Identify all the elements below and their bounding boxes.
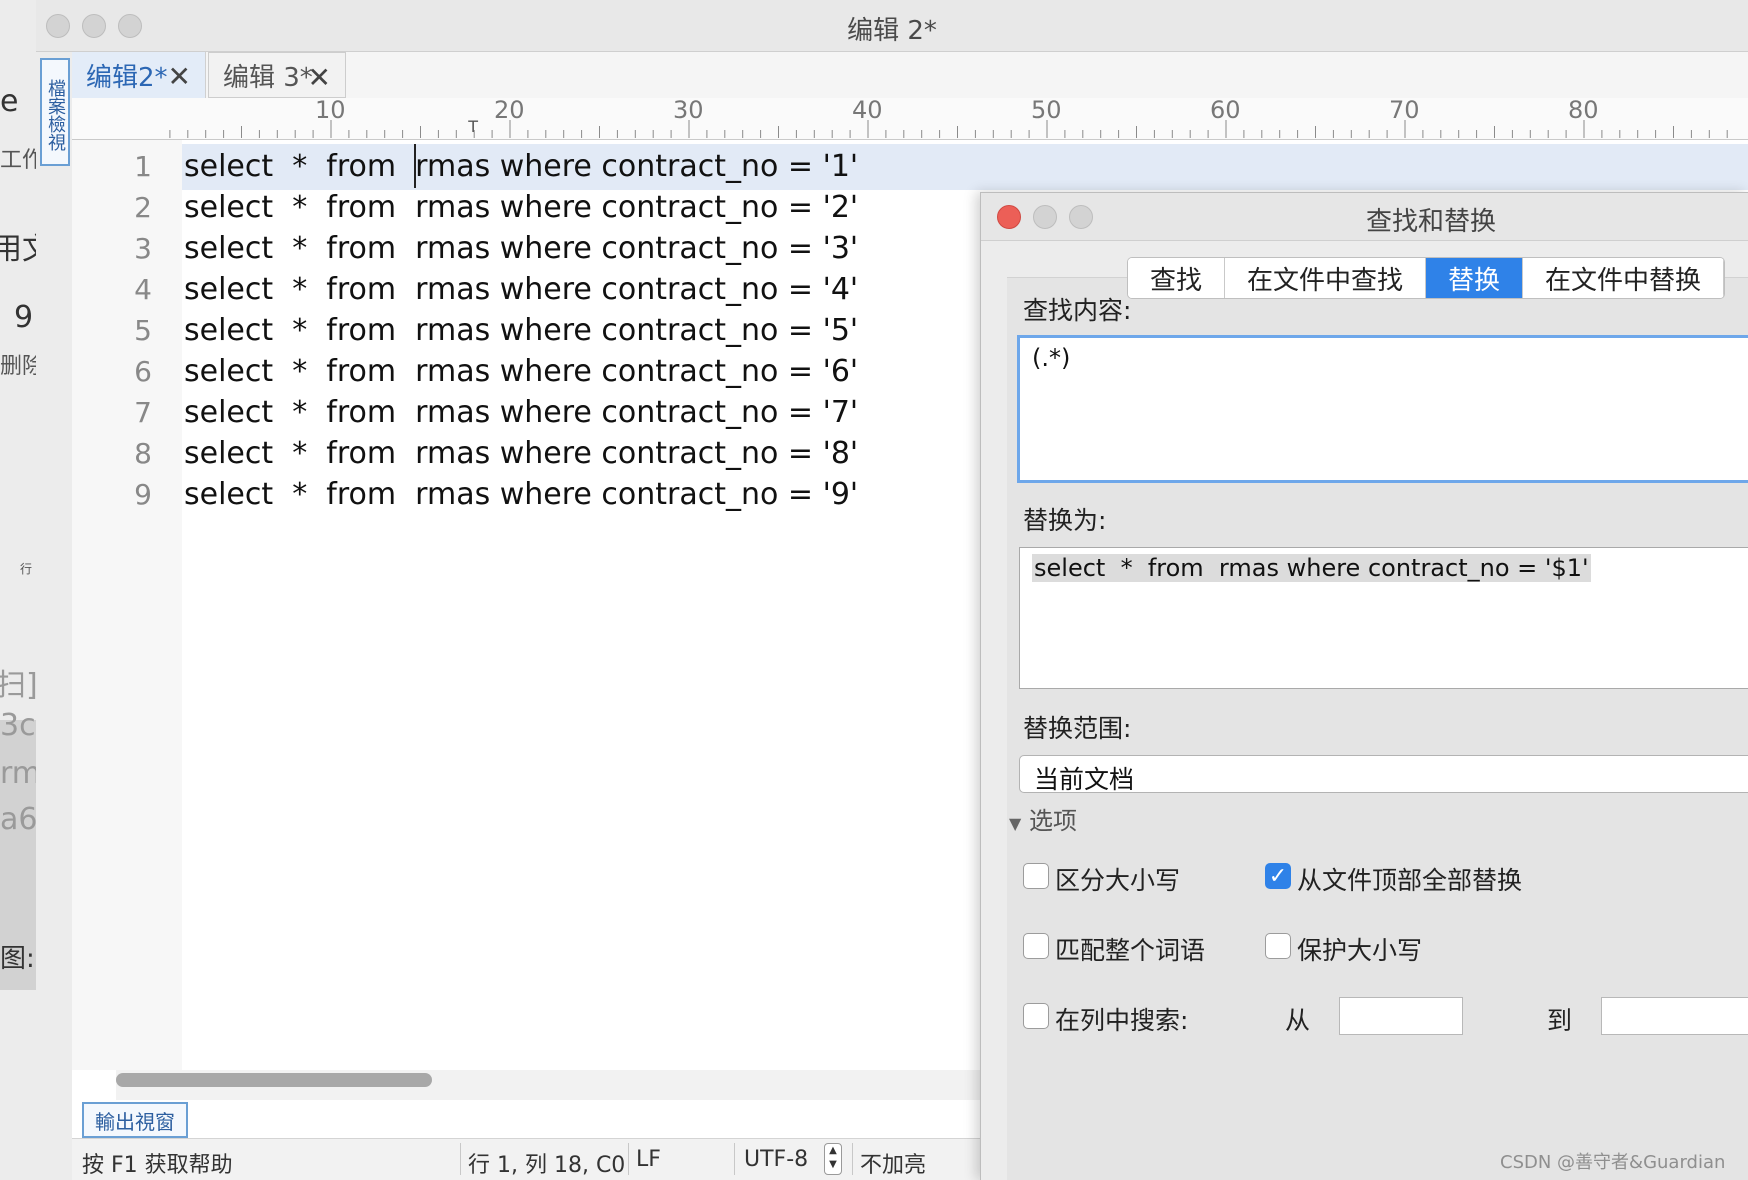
- output-window-tab[interactable]: 輸出視窗: [82, 1102, 188, 1138]
- replace-from-top-label: 从文件顶部全部替换: [1297, 866, 1523, 895]
- tab-edit2[interactable]: 编辑2* ✕: [72, 52, 206, 98]
- find-label: 查找内容:: [1023, 296, 1132, 325]
- ruler-label: 20: [494, 98, 525, 124]
- status-divider: [852, 1143, 853, 1175]
- code-line[interactable]: select * from rmas where contract_no = '…: [182, 144, 1748, 190]
- side-panel-strip: 檔案檢視: [36, 52, 72, 1180]
- ruler-label: 70: [1389, 98, 1420, 124]
- bg-fragment: 扫](H: [0, 668, 36, 703]
- file-view-tab[interactable]: 檔案檢視: [40, 58, 70, 166]
- line-number: 8: [134, 437, 152, 470]
- find-input[interactable]: (.*): [1017, 335, 1748, 483]
- status-divider: [460, 1143, 461, 1175]
- ruler-label: 10: [315, 98, 346, 124]
- match-case-label: 区分大小写: [1055, 866, 1181, 895]
- status-highlight[interactable]: 不加亮: [860, 1147, 926, 1179]
- ruler-label: 80: [1568, 98, 1599, 124]
- find-replace-dialog: 查找和替换 查找 在文件中查找 替换 在文件中替换 查找内容: (.*) 替换为…: [980, 192, 1748, 1180]
- tab-replace[interactable]: 替换: [1426, 258, 1524, 298]
- whole-word-label: 匹配整个词语: [1055, 936, 1206, 965]
- bg-fragment: rm: [0, 756, 36, 791]
- status-divider: [628, 1143, 629, 1175]
- match-case-checkbox[interactable]: [1023, 863, 1049, 889]
- cursor-column-marker-icon: T: [467, 117, 478, 136]
- encoding-stepper[interactable]: ▲ ▼: [824, 1143, 842, 1175]
- dialog-titlebar: 查找和替换: [981, 193, 1748, 241]
- line-number: 2: [134, 191, 152, 224]
- horizontal-scroll-thumb[interactable]: [116, 1073, 432, 1087]
- bg-fragment: a6k: [0, 802, 36, 837]
- status-encoding[interactable]: UTF-8: [744, 1147, 808, 1172]
- column-from-label: 从: [1285, 1006, 1311, 1035]
- bg-fragment: 图:: [0, 944, 35, 974]
- column-search-label: 在列中搜索:: [1055, 1006, 1189, 1035]
- column-to-input[interactable]: [1601, 997, 1748, 1035]
- tab-find-in-files[interactable]: 在文件中查找: [1225, 258, 1427, 298]
- ruler-label: 30: [673, 98, 704, 124]
- line-number: 6: [134, 355, 152, 388]
- status-divider: [734, 1143, 735, 1175]
- ruler-label: 50: [1031, 98, 1062, 124]
- scope-select[interactable]: 当前文档: [1019, 755, 1748, 794]
- bg-fragment: 删除: [0, 354, 36, 379]
- replace-input[interactable]: select * from rmas where contract_no = '…: [1019, 547, 1748, 689]
- status-help: 按 F1 获取帮助: [82, 1153, 233, 1178]
- preserve-case-checkbox[interactable]: [1265, 933, 1291, 959]
- line-number: 1: [134, 150, 152, 183]
- bg-fragment: 9: [14, 300, 34, 335]
- document-tabbar: 编辑2* ✕ 编辑 3* ✕: [72, 52, 1748, 98]
- ruler-label: 60: [1210, 98, 1241, 124]
- text-caret: [414, 144, 416, 188]
- line-number: 7: [134, 396, 152, 429]
- line-number: 5: [134, 314, 152, 347]
- bg-fragment: 工作: [0, 148, 36, 173]
- column-search-checkbox[interactable]: [1023, 1003, 1049, 1029]
- window-title: 编辑 2*: [847, 16, 937, 46]
- background-window: e 工作 用文 9 删除 行 扫](H 3c7 rm a6k 图:: [0, 0, 36, 1180]
- close-icon[interactable]: ✕: [168, 60, 191, 93]
- line-number: 3: [134, 232, 152, 265]
- column-ruler: 10 20 30 40 50 60 70 80 T: [72, 98, 1748, 140]
- tab-find[interactable]: 查找: [1128, 258, 1226, 298]
- dialog-tab-group: 查找 在文件中查找 替换 在文件中替换: [1127, 257, 1726, 299]
- replace-label: 替换为:: [1023, 506, 1107, 535]
- ruler-ticks: 10 20 30 40 50 60 70 80 T: [169, 98, 1728, 138]
- line-number: 9: [134, 478, 152, 511]
- triangle-down-icon: ▼: [1009, 814, 1022, 833]
- preserve-case-label: 保护大小写: [1297, 936, 1423, 965]
- tab-label: 编辑2*: [86, 62, 168, 93]
- tab-label: 编辑 3*: [223, 62, 313, 93]
- scope-label: 替换范围:: [1023, 714, 1132, 743]
- checkmark-icon: ✓: [1268, 864, 1288, 889]
- column-from-input[interactable]: [1339, 997, 1463, 1035]
- options-label: 选项: [1028, 807, 1077, 835]
- replace-from-top-checkbox[interactable]: ✓: [1265, 863, 1291, 889]
- window-titlebar: 编辑 2*: [36, 0, 1748, 52]
- bg-fragment: 3c7: [0, 708, 36, 743]
- line-number-gutter: 1 2 3 4 5 6 7 8 9: [72, 140, 182, 1070]
- watermark: CSDN @善守者&Guardian: [1500, 1152, 1726, 1173]
- line-number: 4: [134, 273, 152, 306]
- tab-edit3[interactable]: 编辑 3* ✕: [208, 52, 346, 98]
- whole-word-checkbox[interactable]: [1023, 933, 1049, 959]
- column-to-label: 到: [1547, 1006, 1573, 1035]
- tab-replace-in-files[interactable]: 在文件中替换: [1523, 258, 1725, 298]
- status-cursor-position: 行 1, 列 18, C0: [468, 1153, 626, 1178]
- status-line-ending[interactable]: LF: [636, 1147, 661, 1172]
- bg-fragment: e: [0, 84, 19, 119]
- dialog-title: 查找和替换: [1365, 207, 1496, 237]
- bg-fragment: 用文: [0, 232, 36, 267]
- close-icon[interactable]: ✕: [308, 61, 331, 94]
- options-disclosure[interactable]: ▼ 选项: [1009, 801, 1077, 836]
- bg-fragment: 行: [20, 562, 33, 576]
- ruler-label: 40: [852, 98, 883, 124]
- replace-input-text: select * from rmas where contract_no = '…: [1032, 554, 1591, 582]
